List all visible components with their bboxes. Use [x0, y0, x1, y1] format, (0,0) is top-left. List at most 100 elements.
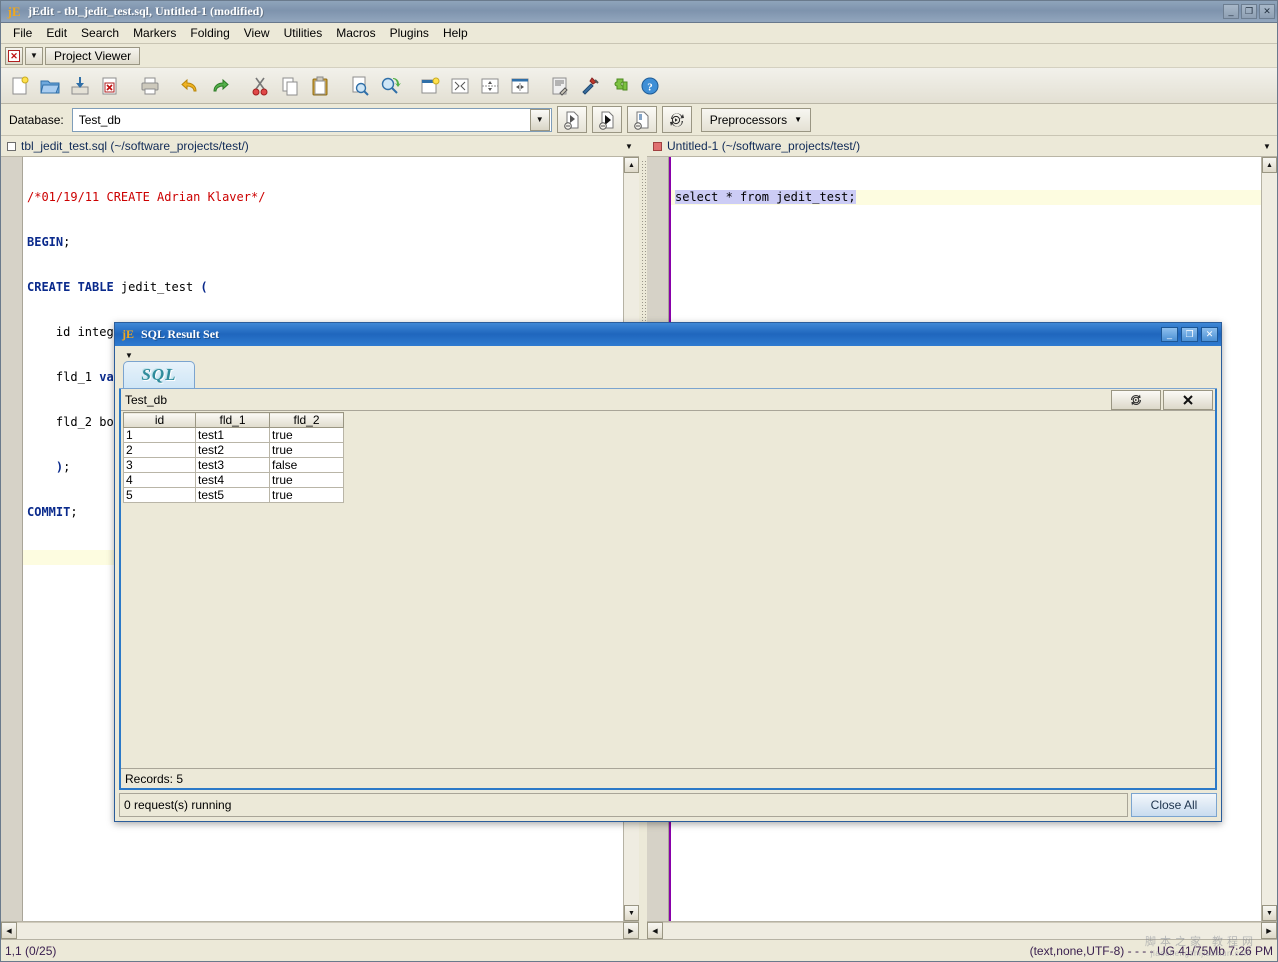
menu-search[interactable]: Search — [74, 24, 126, 42]
open-file-button[interactable] — [36, 72, 64, 100]
copy-icon — [279, 75, 301, 97]
close-all-button[interactable]: Close All — [1131, 793, 1217, 817]
split-horizontal-button[interactable] — [476, 72, 504, 100]
scroll-track[interactable] — [1262, 173, 1277, 905]
menu-view[interactable]: View — [237, 24, 277, 42]
minimize-button[interactable]: _ — [1223, 4, 1239, 19]
result-grid-area[interactable]: id fld_1 fld_2 1 test1 true — [121, 411, 1215, 768]
cell-id[interactable]: 4 — [124, 473, 196, 488]
editor-tab-left-label: tbl_jedit_test.sql (~/software_projects/… — [21, 139, 249, 153]
save-file-button[interactable] — [66, 72, 94, 100]
cell-id[interactable]: 2 — [124, 443, 196, 458]
new-view-icon — [419, 75, 441, 97]
close-button[interactable]: ✕ — [1259, 4, 1275, 19]
scroll-track[interactable] — [17, 922, 623, 939]
project-viewer-dropdown-button[interactable]: ▼ — [25, 47, 43, 65]
dialog-title-bar: jE SQL Result Set _ ❐ ✕ — [115, 323, 1221, 346]
table-row[interactable]: 1 test1 true — [124, 428, 344, 443]
cell-id[interactable]: 5 — [124, 488, 196, 503]
find-button[interactable] — [346, 72, 374, 100]
column-header-fld-2[interactable]: fld_2 — [270, 413, 344, 428]
dialog-close-button[interactable]: ✕ — [1201, 327, 1218, 342]
close-file-button[interactable] — [96, 72, 124, 100]
tab-sql[interactable]: SQL — [123, 361, 195, 388]
redo-button[interactable] — [206, 72, 234, 100]
scroll-left-icon[interactable]: ◀ — [647, 922, 663, 939]
new-view-button[interactable] — [416, 72, 444, 100]
cell-fld-1[interactable]: test4 — [196, 473, 270, 488]
restore-button[interactable]: ❐ — [1241, 4, 1257, 19]
buffer-switcher-dropdown-right[interactable]: ▼ — [1257, 137, 1277, 156]
cell-id[interactable]: 1 — [124, 428, 196, 443]
cell-fld-1[interactable]: test2 — [196, 443, 270, 458]
print-button[interactable] — [136, 72, 164, 100]
editor-vscrollbar-right[interactable]: ▲ ▼ — [1261, 157, 1277, 921]
preprocessors-button[interactable]: Preprocessors ▼ — [701, 108, 811, 132]
cell-fld-2[interactable]: true — [270, 428, 344, 443]
cell-fld-1[interactable]: test5 — [196, 488, 270, 503]
menu-help[interactable]: Help — [436, 24, 475, 42]
project-viewer-close-button[interactable]: ✕ — [5, 47, 23, 65]
paste-button[interactable] — [306, 72, 334, 100]
execute-buffer-button[interactable] — [592, 106, 622, 133]
execute-selection-button[interactable] — [557, 106, 587, 133]
menu-utilities[interactable]: Utilities — [277, 24, 330, 42]
menu-plugins[interactable]: Plugins — [383, 24, 436, 42]
global-options-button[interactable] — [576, 72, 604, 100]
cell-id[interactable]: 3 — [124, 458, 196, 473]
cut-button[interactable] — [246, 72, 274, 100]
result-refresh-button[interactable] — [1111, 390, 1161, 410]
menu-folding[interactable]: Folding — [183, 24, 236, 42]
editor-hscrollbar-right[interactable]: ◀ ▶ — [647, 921, 1277, 939]
scroll-track[interactable] — [663, 922, 1261, 939]
svg-text:?: ? — [647, 81, 653, 93]
help-button[interactable]: ? — [636, 72, 664, 100]
scroll-left-icon[interactable]: ◀ — [1, 922, 17, 939]
column-header-fld-1[interactable]: fld_1 — [196, 413, 270, 428]
split-vertical-button[interactable] — [506, 72, 534, 100]
cell-fld-1[interactable]: test3 — [196, 458, 270, 473]
undo-button[interactable] — [176, 72, 204, 100]
menu-edit[interactable]: Edit — [39, 24, 74, 42]
cell-fld-2[interactable]: false — [270, 458, 344, 473]
result-close-button[interactable] — [1163, 390, 1213, 410]
find-next-button[interactable] — [376, 72, 404, 100]
buffer-options-button[interactable] — [546, 72, 574, 100]
cell-fld-2[interactable]: true — [270, 488, 344, 503]
dialog-maximize-button[interactable]: ❐ — [1181, 327, 1198, 342]
scroll-down-icon[interactable]: ▼ — [1262, 905, 1277, 921]
editor-tab-left[interactable]: tbl_jedit_test.sql (~/software_projects/… — [1, 136, 639, 157]
editor-gutter-left[interactable] — [1, 157, 23, 921]
cell-fld-1[interactable]: test1 — [196, 428, 270, 443]
scroll-right-icon[interactable]: ▶ — [1261, 922, 1277, 939]
table-row[interactable]: 2 test2 true — [124, 443, 344, 458]
column-header-id[interactable]: id — [124, 413, 196, 428]
new-file-button[interactable] — [6, 72, 34, 100]
result-table[interactable]: id fld_1 fld_2 1 test1 true — [123, 412, 344, 503]
database-select[interactable]: Test_db ▼ — [72, 108, 552, 132]
project-viewer-label[interactable]: Project Viewer — [45, 47, 140, 65]
unsplit-button[interactable] — [446, 72, 474, 100]
editor-hscrollbar-left[interactable]: ◀ ▶ — [1, 921, 639, 939]
table-row[interactable]: 4 test4 true — [124, 473, 344, 488]
scroll-up-icon[interactable]: ▲ — [624, 157, 639, 173]
editor-tab-right[interactable]: Untitled-1 (~/software_projects/test/) ▼ — [647, 136, 1277, 157]
repeat-execute-button[interactable] — [662, 106, 692, 133]
menu-markers[interactable]: Markers — [126, 24, 183, 42]
plugin-manager-button[interactable] — [606, 72, 634, 100]
table-row[interactable]: 5 test5 true — [124, 488, 344, 503]
menu-file[interactable]: File — [6, 24, 39, 42]
dialog-collapse-toggle[interactable]: ▼ — [119, 348, 1217, 362]
scroll-right-icon[interactable]: ▶ — [623, 922, 639, 939]
cell-fld-2[interactable]: true — [270, 443, 344, 458]
copy-button[interactable] — [276, 72, 304, 100]
cell-fld-2[interactable]: true — [270, 473, 344, 488]
chevron-down-icon[interactable]: ▼ — [530, 109, 550, 131]
buffer-switcher-dropdown-left[interactable]: ▼ — [619, 137, 639, 156]
dialog-minimize-button[interactable]: _ — [1161, 327, 1178, 342]
scroll-down-icon[interactable]: ▼ — [624, 905, 639, 921]
table-row[interactable]: 3 test3 false — [124, 458, 344, 473]
show-result-button[interactable] — [627, 106, 657, 133]
scroll-up-icon[interactable]: ▲ — [1262, 157, 1277, 173]
menu-macros[interactable]: Macros — [329, 24, 382, 42]
